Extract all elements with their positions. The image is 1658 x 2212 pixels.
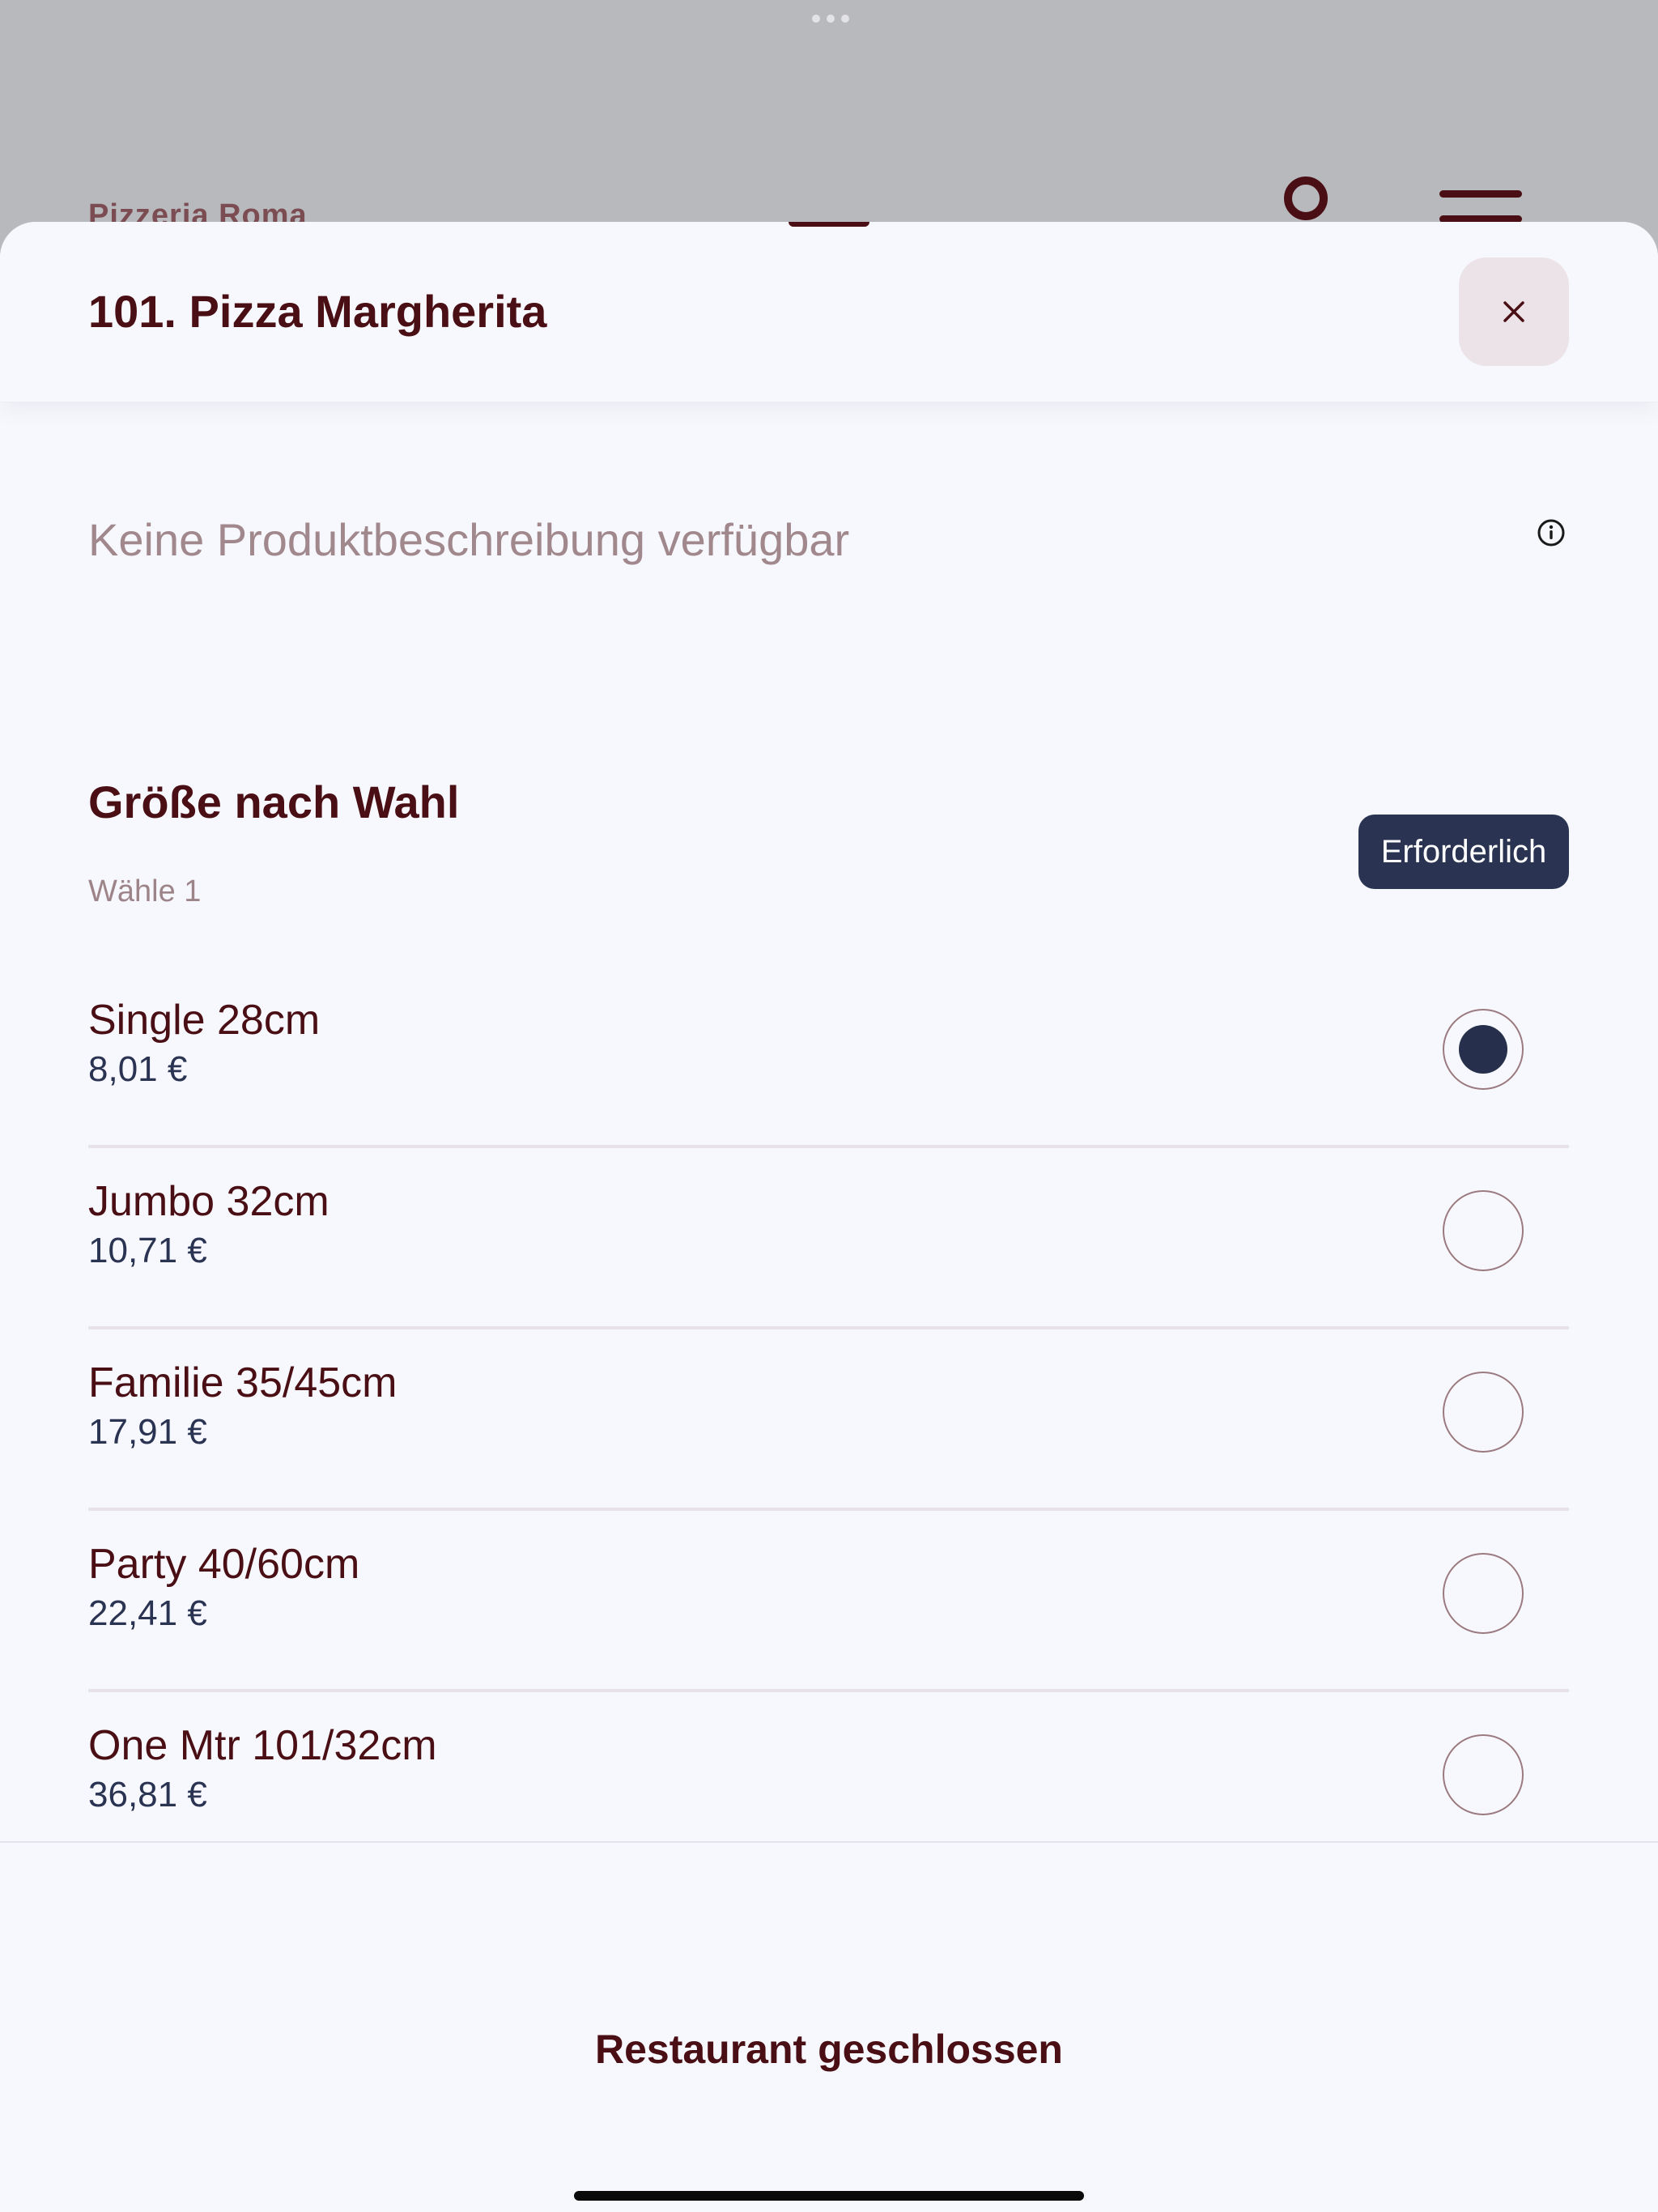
option-price: 8,01 €	[88, 1049, 188, 1089]
option-name: One Mtr 101/32cm	[88, 1722, 437, 1769]
option-group-title: Größe nach Wahl	[88, 776, 460, 827]
dot	[827, 15, 835, 23]
option-price: 10,71 €	[88, 1231, 207, 1270]
size-option-party[interactable]: Party 40/60cm 22,41 €	[88, 1511, 1569, 1692]
radio-button[interactable]	[1443, 1734, 1524, 1815]
dot	[841, 15, 849, 23]
sheet-grab-handle[interactable]	[789, 222, 869, 227]
option-name: Jumbo 32cm	[88, 1178, 329, 1225]
size-options-list: Single 28cm 8,01 € Jumbo 32cm 10,71 € Fa…	[88, 967, 1569, 1874]
sheet-footer: Restaurant geschlossen	[0, 1841, 1658, 2212]
close-icon	[1503, 301, 1524, 322]
product-sheet: 101. Pizza Margherita Keine Produktbesch…	[0, 222, 1658, 2212]
dot	[812, 15, 820, 23]
restaurant-closed-status: Restaurant geschlossen	[595, 2027, 1063, 2072]
multitasking-dots[interactable]	[812, 15, 849, 23]
option-price: 17,91 €	[88, 1412, 207, 1452]
radio-button[interactable]	[1443, 1372, 1524, 1453]
size-option-jumbo[interactable]: Jumbo 32cm 10,71 €	[88, 1148, 1569, 1329]
product-description: Keine Produktbeschreibung verfügbar	[88, 514, 850, 565]
radio-button-selected[interactable]	[1443, 1009, 1524, 1090]
user-icon[interactable]	[1282, 175, 1329, 222]
option-name: Party 40/60cm	[88, 1541, 360, 1588]
hamburger-menu-icon[interactable]	[1439, 190, 1522, 223]
close-button[interactable]	[1459, 257, 1569, 366]
product-title: 101. Pizza Margherita	[88, 286, 547, 337]
radio-button[interactable]	[1443, 1190, 1524, 1271]
home-indicator[interactable]	[574, 2191, 1084, 2201]
radio-button[interactable]	[1443, 1553, 1524, 1634]
option-group-subtitle: Wähle 1	[88, 874, 202, 908]
info-icon[interactable]	[1537, 518, 1566, 547]
size-option-single[interactable]: Single 28cm 8,01 €	[88, 967, 1569, 1148]
sheet-header: 101. Pizza Margherita	[0, 222, 1658, 402]
option-name: Single 28cm	[88, 997, 321, 1044]
size-option-familie[interactable]: Familie 35/45cm 17,91 €	[88, 1329, 1569, 1511]
option-price: 36,81 €	[88, 1775, 207, 1814]
required-badge: Erforderlich	[1358, 815, 1569, 889]
option-price: 22,41 €	[88, 1593, 207, 1633]
option-name: Familie 35/45cm	[88, 1359, 397, 1406]
